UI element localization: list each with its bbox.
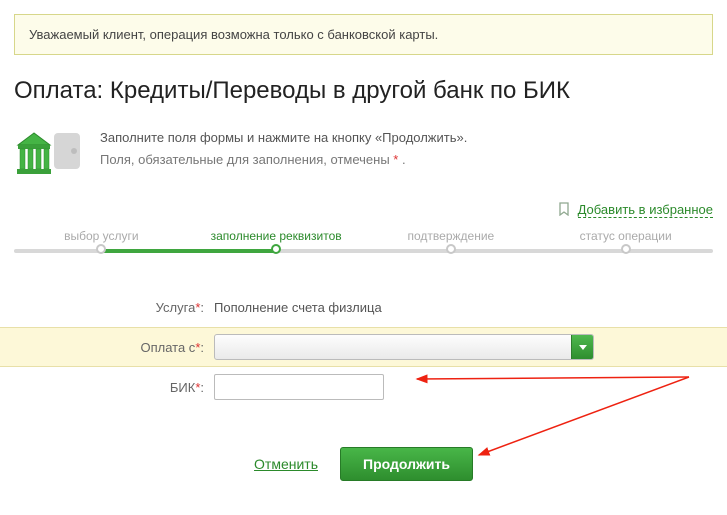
actions-row: Отменить Продолжить bbox=[14, 447, 713, 481]
bik-label: БИК bbox=[170, 380, 195, 395]
notice-banner: Уважаемый клиент, операция возможна толь… bbox=[14, 14, 713, 55]
chevron-down-icon bbox=[571, 335, 593, 359]
step-2-label: заполнение реквизитов bbox=[189, 229, 364, 243]
intro-block: Заполните поля формы и нажмите на кнопку… bbox=[14, 127, 713, 186]
service-label: Услуга bbox=[156, 300, 196, 315]
progress-stepper: выбор услуги заполнение реквизитов подтв… bbox=[14, 229, 713, 265]
row-service: Услуга*: Пополнение счета физлица bbox=[14, 287, 713, 327]
intro-line1: Заполните поля формы и нажмите на кнопку… bbox=[100, 127, 467, 149]
step-4-label: статус операции bbox=[538, 229, 713, 243]
intro-line2: Поля, обязательные для заполнения, отмеч… bbox=[100, 149, 467, 171]
payfrom-select[interactable] bbox=[214, 334, 594, 360]
bank-icon bbox=[14, 127, 84, 186]
cancel-link[interactable]: Отменить bbox=[254, 456, 318, 472]
step-3-label: подтверждение bbox=[364, 229, 539, 243]
page-title: Оплата: Кредиты/Переводы в другой банк п… bbox=[14, 77, 713, 105]
notice-text: Уважаемый клиент, операция возможна толь… bbox=[29, 27, 438, 42]
row-payfrom: Оплата с*: bbox=[0, 327, 727, 367]
bik-input[interactable] bbox=[214, 374, 384, 400]
favorite-row: Добавить в избранное bbox=[14, 202, 713, 219]
step-1-label: выбор услуги bbox=[14, 229, 189, 243]
continue-button[interactable]: Продолжить bbox=[340, 447, 473, 481]
add-favorite-link[interactable]: Добавить в избранное bbox=[578, 202, 713, 218]
bookmark-icon bbox=[558, 202, 570, 219]
row-bik: БИК*: bbox=[14, 367, 713, 407]
payfrom-label: Оплата с bbox=[140, 340, 195, 355]
service-value: Пополнение счета физлица bbox=[214, 300, 713, 315]
